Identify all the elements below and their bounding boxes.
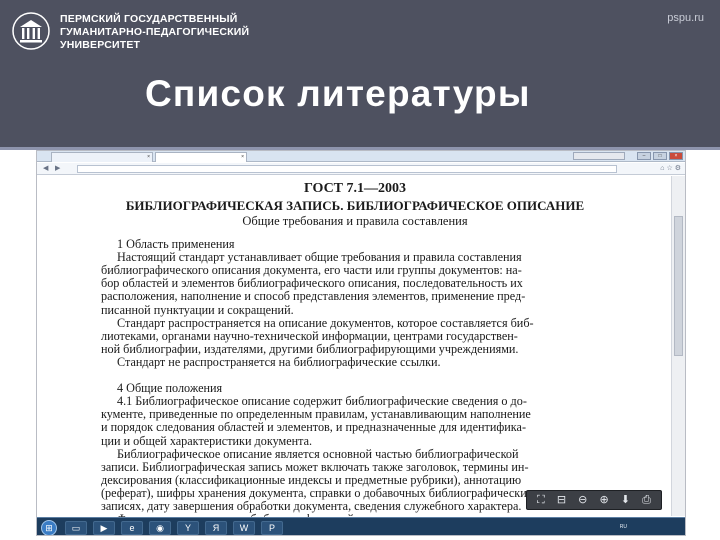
save-icon[interactable]: ⬇ [621,494,630,506]
document-line: 1 Область применения [117,237,235,251]
document-title: ГОСТ 7.1—2003 [303,181,407,196]
document-line: кументе, приведенные по определенным пра… [101,407,531,422]
zoom-in-icon[interactable]: ⊕ [599,494,608,506]
maximize-button[interactable]: □ [653,152,667,160]
pdf-document: ГОСТ 7.1—2003 БИБЛИОГРАФИЧЕСКАЯ ЗАПИСЬ. … [37,176,673,535]
tab-bar: × × – □ × [37,151,685,162]
yandex-browser-icon[interactable]: Я [205,521,227,535]
forward-icon[interactable]: ▶ [55,165,60,173]
yandex-button[interactable] [573,152,625,160]
fit-page-icon[interactable]: ⛶ [537,494,545,506]
browser-screenshot: × × – □ × ◀ ▶ ⌂ ☆ ⚙ ГОСТ 7.1—2003 БИБЛИО… [36,150,686,536]
language-indicator[interactable]: RU [620,524,627,530]
university-name-line: ГУМАНИТАРНО-ПЕДАГОГИЧЕСКИЙ [60,26,250,38]
document-line: ции и общей характеристики документа. [101,433,313,448]
yandex-icon[interactable]: Y [177,521,199,535]
slide-header: ПЕРМСКИЙ ГОСУДАРСТВЕННЫЙ ГУМАНИТАРНО-ПЕД… [0,0,720,150]
document-line: писанной пунктуации и сокращений. [101,302,294,317]
document-line: библиографического описания документа, е… [101,263,522,278]
pdf-viewer-toolbar: ⛶ ⊟ ⊖ ⊕ ⬇ ⎙ [526,490,662,510]
university-name: ПЕРМСКИЙ ГОСУДАРСТВЕННЫЙ ГУМАНИТАРНО-ПЕД… [60,13,249,52]
taskbar: ⊞ ▭ ▶ e ◉ Y Я W P RU [37,517,685,535]
window-controls: – □ × [637,152,683,160]
document-line: и порядок следования областей и элементо… [101,420,527,435]
document-subtitle: БИБЛИОГРАФИЧЕСКАЯ ЗАПИСЬ. БИБЛИОГРАФИЧЕС… [125,198,585,213]
media-player-icon[interactable]: ▶ [93,521,115,535]
document-subheading: Общие требования и правила составления [242,214,468,228]
back-icon[interactable]: ◀ [43,165,48,173]
university-name-line: УНИВЕРСИТЕТ [60,39,141,51]
document-line: записях, дату завершения обработки докум… [101,499,522,513]
scrollbar-thumb[interactable] [674,216,683,356]
browser-icon[interactable]: e [121,521,143,535]
fit-width-icon[interactable]: ⊟ [557,494,566,506]
document-line: Настоящий стандарт устанавливает общие т… [117,250,522,265]
print-icon[interactable]: ⎙ [642,494,651,506]
university-building-icon [12,12,50,50]
site-label: pspu.ru [667,12,704,24]
powerpoint-icon[interactable]: P [261,521,283,535]
url-input[interactable] [77,165,617,173]
word-icon[interactable]: W [233,521,255,535]
gear-icon[interactable]: ⚙ [675,165,681,172]
document-line: (реферат), шифры хранения документа, спр… [101,485,533,500]
document-line: 4 Общие положения [117,381,223,396]
chrome-icon[interactable]: ◉ [149,521,171,535]
document-line: Библиографическое описание является осно… [117,446,519,461]
toolbar-icons: ⌂ ☆ ⚙ [660,165,681,173]
document-line: 4.1 Библиографическое описание содержит … [117,394,527,409]
document-line: записи. Библиографическая запись может в… [101,459,529,474]
star-icon[interactable]: ☆ [666,165,672,172]
minimize-button[interactable]: – [637,152,651,160]
home-icon[interactable]: ⌂ [660,165,664,172]
slide-title: Список литературы [145,73,531,114]
document-line: Стандарт распространяется на описание до… [117,315,534,330]
document-line: Стандарт не распространяется на библиогр… [117,354,441,369]
vertical-scrollbar[interactable] [671,176,685,516]
university-name-line: ПЕРМСКИЙ ГОСУДАРСТВЕННЫЙ [60,13,238,25]
address-bar-row: ◀ ▶ ⌂ ☆ ⚙ [37,163,685,175]
zoom-out-icon[interactable]: ⊖ [578,494,587,506]
tab-close-icon[interactable]: × [241,153,244,161]
close-window-button[interactable]: × [669,152,683,160]
tab-close-icon[interactable]: × [147,153,150,161]
browser-tab[interactable]: × [51,152,153,162]
browser-tab-active[interactable]: × [155,152,247,162]
document-line: бор областей и элементов библиографическ… [101,276,523,291]
document-line: лиотеками, органами научно-технической и… [101,328,518,343]
document-line: ной библиографии, издателями, другими би… [101,341,519,356]
start-button[interactable]: ⊞ [41,520,57,535]
folder-icon[interactable]: ▭ [65,521,87,535]
document-line: дексирования (классификационные индексы … [101,472,522,487]
document-line: расположения, наполнение и способ предст… [101,289,526,304]
